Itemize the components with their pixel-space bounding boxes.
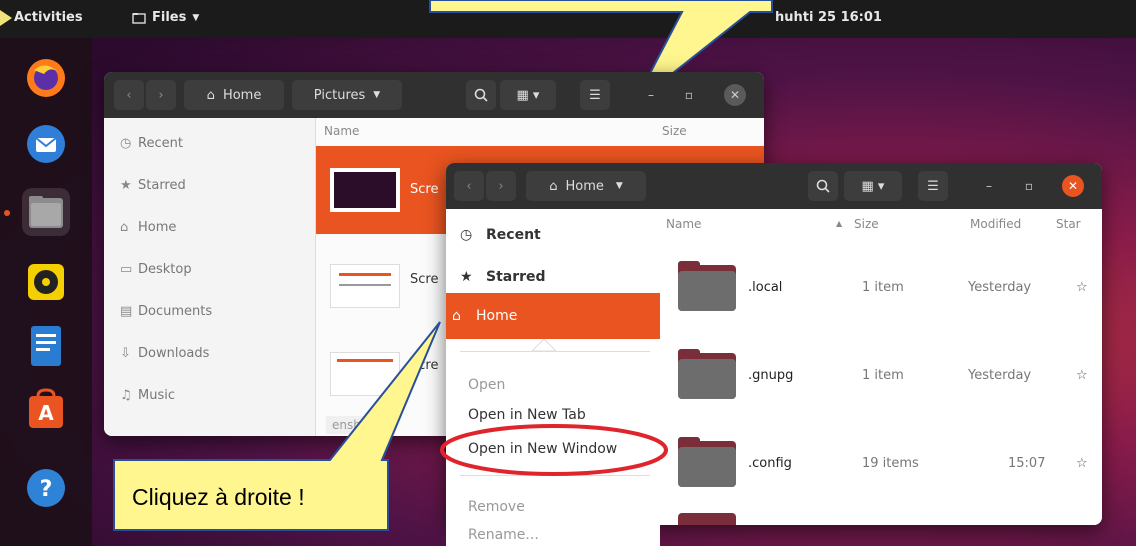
file-modified: 15:07 — [1008, 455, 1046, 471]
sidebar-item-recent[interactable]: ◷ Recent — [104, 122, 316, 164]
app-menu[interactable]: Files ▼ — [132, 10, 199, 25]
dock: A ? — [0, 38, 92, 546]
file-name: Scre — [410, 272, 439, 287]
search-button[interactable] — [466, 80, 496, 110]
folder-icon — [678, 349, 736, 399]
help-icon[interactable]: ? — [22, 464, 70, 512]
thunderbird-icon[interactable] — [22, 120, 70, 168]
maximize-button[interactable]: ▫ — [678, 84, 700, 106]
home-icon: ⌂ — [120, 219, 129, 235]
close-button[interactable]: ✕ — [724, 84, 746, 106]
headerbar: ‹ › ⌂ Home Pictures ▼ ▦ ▾ ☰ – ▫ ✕ — [104, 72, 764, 118]
desktop-icon: ▭ — [120, 261, 133, 277]
path-home[interactable]: ⌂ Home ▼ — [526, 171, 646, 201]
headerbar: ‹ › ⌂ Home ▼ ▦ ▾ ☰ – ▫ ✕ — [446, 163, 1102, 209]
file-row[interactable]: .gnupg 1 item Yesterday ☆ — [658, 331, 1102, 419]
svg-text:A: A — [38, 401, 54, 425]
file-name: Scre — [410, 182, 439, 197]
sidebar-item-desktop[interactable]: ▭ Desktop — [104, 248, 316, 290]
clock[interactable]: huhti 25 16:01 — [775, 10, 882, 25]
separator — [460, 351, 650, 352]
file-modified: Yesterday — [968, 367, 1032, 383]
minimize-button[interactable]: – — [640, 84, 662, 106]
activities-button[interactable]: Activities — [14, 10, 83, 25]
svg-text:?: ? — [40, 477, 53, 502]
rhythmbox-icon[interactable] — [22, 258, 70, 306]
forward-button[interactable]: › — [146, 80, 176, 110]
file-size: 1 item — [862, 367, 904, 383]
callout-pointer-arrow — [0, 10, 12, 26]
callout-text: Cliquez à droite ! — [132, 484, 305, 510]
chevron-down-icon: ▼ — [615, 181, 623, 191]
maximize-button[interactable]: ▫ — [1018, 175, 1040, 197]
menu-item-open[interactable]: Open — [446, 371, 666, 399]
home-icon: ⌂ — [206, 87, 215, 103]
file-size: 19 items — [862, 455, 919, 471]
file-thumbnail — [330, 264, 400, 308]
file-list: Name ▲ Size Modified Star .local 1 item … — [658, 209, 1102, 525]
menu-item-rename[interactable]: Rename... — [446, 523, 666, 546]
file-row[interactable]: .config 19 items 15:07 ☆ — [658, 419, 1102, 507]
popup-arrow — [532, 339, 556, 351]
folder-icon — [132, 12, 146, 24]
column-header-size[interactable]: Size — [662, 124, 687, 138]
file-size: 1 item — [862, 279, 904, 295]
star-icon: ★ — [120, 177, 132, 193]
sort-ascending-icon: ▲ — [836, 219, 843, 228]
file-row[interactable]: .local 1 item Yesterday ☆ — [658, 243, 1102, 331]
folder-icon — [678, 261, 736, 311]
back-button[interactable]: ‹ — [114, 80, 144, 110]
home-icon: ⌂ — [549, 178, 558, 194]
search-icon — [816, 179, 830, 193]
sidebar-item-recent[interactable]: ◷ Recent — [446, 213, 660, 257]
menu-button[interactable]: ☰ — [580, 80, 610, 110]
software-icon[interactable]: A — [22, 386, 70, 434]
writer-icon[interactable] — [22, 322, 70, 370]
column-header-star[interactable]: Star — [1056, 217, 1081, 231]
folder-icon — [678, 437, 736, 487]
menu-item-remove[interactable]: Remove — [446, 493, 666, 521]
back-button[interactable]: ‹ — [454, 171, 484, 201]
forward-button[interactable]: › — [486, 171, 516, 201]
active-indicator — [4, 210, 10, 216]
close-button[interactable]: ✕ — [1062, 175, 1084, 197]
path-home[interactable]: ⌂ Home — [184, 80, 284, 110]
clock-icon: ◷ — [460, 227, 473, 243]
highlight-ellipse — [440, 424, 668, 476]
firefox-icon[interactable] — [22, 54, 70, 102]
file-modified: Yesterday — [968, 279, 1032, 295]
file-name: .gnupg — [748, 367, 794, 383]
star-icon[interactable]: ☆ — [1076, 368, 1088, 383]
chevron-down-icon: ▼ — [192, 12, 200, 23]
star-icon[interactable]: ☆ — [1076, 280, 1088, 295]
menu-button[interactable]: ☰ — [918, 171, 948, 201]
file-name: .config — [748, 455, 792, 471]
column-header-name[interactable]: Name — [666, 217, 701, 231]
column-header-size[interactable]: Size — [854, 217, 879, 231]
column-header-modified[interactable]: Modified — [970, 217, 1021, 231]
sidebar-popup: ◷ Recent ★ Starred ⌂ Home Open Open in New … — [446, 209, 660, 546]
clock-icon: ◷ — [120, 135, 132, 151]
minimize-button[interactable]: – — [978, 175, 1000, 197]
document-icon: ▤ — [120, 303, 133, 319]
view-toggle[interactable]: ▦ ▾ — [500, 80, 556, 110]
files-icon[interactable] — [22, 188, 70, 236]
file-name: .local — [748, 279, 783, 295]
view-toggle[interactable]: ▦ ▾ — [844, 171, 902, 201]
chevron-down-icon: ▼ — [373, 90, 381, 100]
star-icon[interactable]: ☆ — [1076, 456, 1088, 471]
path-pictures[interactable]: Pictures ▼ — [292, 80, 402, 110]
search-icon — [474, 88, 488, 102]
folder-icon — [678, 513, 736, 525]
sidebar-item-home[interactable]: ⌂ Home — [104, 206, 316, 248]
sidebar-item-starred[interactable]: ★ Starred — [104, 164, 316, 206]
search-button[interactable] — [808, 171, 838, 201]
column-header-name[interactable]: Name — [324, 124, 359, 138]
sidebar-item-home[interactable]: ⌂ Home — [446, 293, 660, 339]
star-icon: ★ — [460, 269, 473, 285]
file-thumbnail — [330, 168, 400, 212]
app-menu-label: Files — [152, 10, 187, 25]
